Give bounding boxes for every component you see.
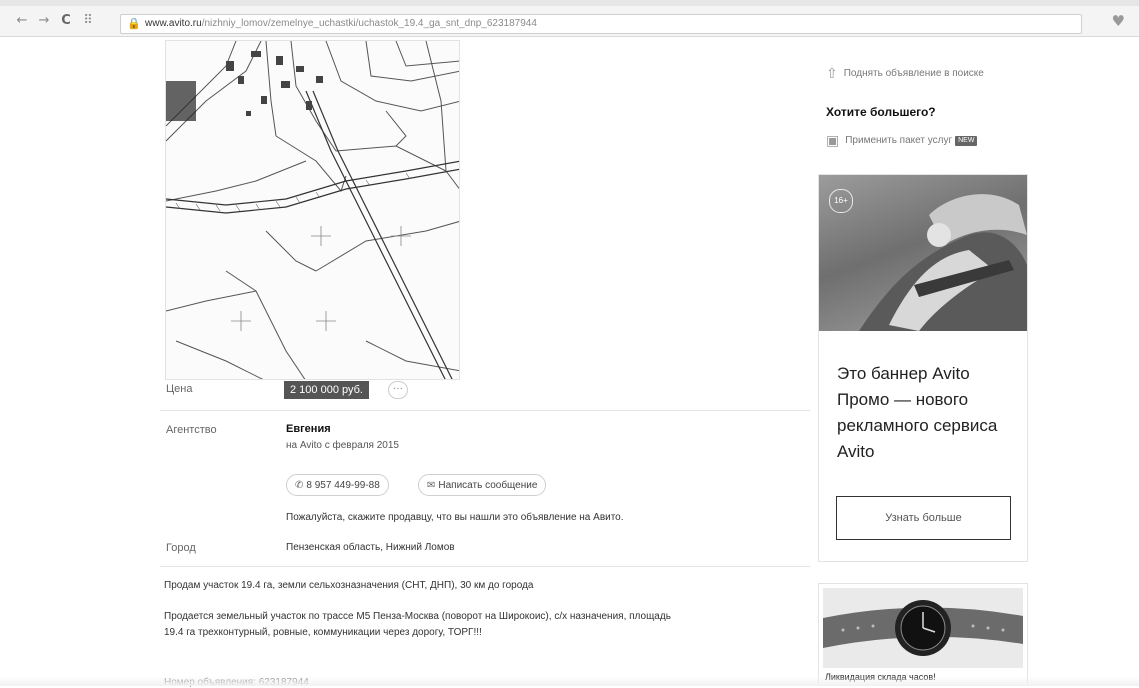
reload-icon: C — [61, 13, 71, 28]
price-more-button[interactable]: ··· — [388, 381, 408, 399]
description-line-1: Продается земельный участок по трассе М5… — [164, 611, 671, 622]
agency-label: Агентство — [166, 424, 217, 436]
watch-ad[interactable]: Ликвидация склада часов! — [818, 583, 1028, 686]
back-button[interactable]: ← — [14, 13, 30, 29]
avito-promo-banner[interactable]: 16+ Это баннер Avito Промо — нового рекл… — [818, 174, 1028, 562]
phone-button[interactable]: ✆ 8 957 449-99-88 — [286, 474, 389, 496]
browser-toolbar: ← → C ⠿ 🔒 www.avito.ru/nizhniy_lomov/zem… — [0, 0, 1139, 37]
write-message-label: Написать сообщение — [438, 480, 538, 491]
apply-package-link[interactable]: ▣ Применить пакет услуг NEW — [826, 133, 978, 149]
want-more-heading: Хотите большего? — [826, 105, 936, 119]
city-value: Пензенская область, Нижний Ломов — [286, 542, 455, 553]
apply-package-label: Применить пакет услуг — [845, 135, 953, 146]
banner-text: Это баннер Avito Промо — нового рекламно… — [837, 364, 998, 461]
forward-icon: → — [38, 13, 50, 28]
write-message-button[interactable]: ✉ Написать сообщение — [418, 474, 547, 496]
apps-button[interactable]: ⠿ — [80, 13, 96, 29]
watch-ad-image — [823, 588, 1023, 668]
message-icon: ✉ — [427, 480, 436, 491]
divider — [160, 566, 810, 567]
city-label: Город — [166, 542, 196, 554]
raise-arrow-icon: ⇧ — [826, 66, 838, 82]
phone-icon: ✆ — [295, 480, 304, 491]
price-value: 2 100 000 руб. — [284, 381, 369, 399]
package-box-icon: ▣ — [826, 133, 840, 149]
description-line-2: 19.4 га трехконтурный, ровные, коммуника… — [164, 627, 482, 638]
lock-icon: 🔒 — [127, 17, 141, 30]
forward-button[interactable]: → — [36, 13, 52, 29]
phone-number: 8 957 449-99-88 — [306, 480, 380, 491]
url-domain: www.avito.ru — [145, 18, 202, 29]
bookmark-heart-icon[interactable]: ♥ — [1112, 12, 1125, 30]
price-label: Цена — [166, 383, 193, 395]
watch-illustration — [823, 588, 1023, 668]
address-bar[interactable]: 🔒 www.avito.ru/nizhniy_lomov/zemelnye_uc… — [120, 14, 1082, 34]
learn-more-button[interactable]: Узнать больше — [836, 496, 1011, 540]
age-badge: 16+ — [829, 189, 853, 213]
seller-since: на Avito с февраля 2015 — [286, 440, 399, 451]
new-badge: NEW — [955, 136, 978, 146]
listing-map-image[interactable] — [165, 40, 460, 380]
banner-photo: 16+ — [819, 175, 1027, 331]
raise-listing-link[interactable]: ⇧ Поднять объявление в поиске — [826, 66, 984, 82]
url-path: /nizhniy_lomov/zemelnye_uchastki/uchasto… — [201, 18, 537, 29]
back-icon: ← — [16, 13, 28, 28]
reload-button[interactable]: C — [58, 13, 74, 29]
apps-icon: ⠿ — [83, 13, 93, 28]
seller-note: Пожалуйста, скажите продавцу, что вы наш… — [286, 512, 624, 523]
url-text: www.avito.ru/nizhniy_lomov/zemelnye_ucha… — [145, 18, 537, 29]
listing-title: Продам участок 19.4 га, земли сельхозназ… — [164, 580, 534, 591]
seller-name[interactable]: Евгения — [286, 423, 331, 435]
divider — [160, 410, 810, 411]
tab-strip — [0, 0, 1139, 6]
cadastral-map-drawing — [166, 41, 459, 379]
page-bottom-edge — [0, 676, 1139, 686]
raise-listing-label: Поднять объявление в поиске — [843, 68, 984, 79]
